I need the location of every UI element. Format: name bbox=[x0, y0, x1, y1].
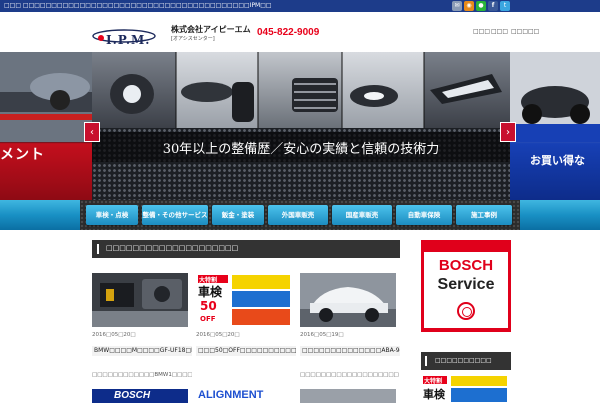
post-date-2: 2016□05□20□ bbox=[196, 332, 240, 338]
post-thumbnail-3[interactable] bbox=[300, 273, 396, 327]
slider-next-button[interactable]: › bbox=[500, 122, 516, 142]
car-headlights-image bbox=[92, 52, 510, 128]
nav-item-shaken[interactable]: 車検・点検 bbox=[86, 205, 138, 225]
post-excerpt-3: □□□□□□□□□□□□□□□□□□□ bbox=[300, 372, 399, 378]
nav-item-bankin[interactable]: 鈑金・塗装 bbox=[212, 205, 264, 225]
alignment-thumb-label: ALIGNMENT bbox=[198, 389, 264, 401]
top-bar: □□□ □□□□□□□□□□□□□□□□□□□□□□□□□□□□□□□□□□□□… bbox=[0, 0, 600, 12]
classic-car-image bbox=[510, 52, 600, 142]
header-link-2[interactable]: □□□ bbox=[491, 28, 508, 35]
bosch-word: BOSCH bbox=[438, 257, 494, 274]
facebook-icon[interactable]: f bbox=[488, 1, 498, 11]
nav-item-cases[interactable]: 施工事例 bbox=[456, 205, 512, 225]
site-header: I.P.M. 株式会社アイピーエム [オアシスセンター] 045-822-900… bbox=[0, 12, 600, 52]
main-nav: 車検・点検 整備・その他サービス 鈑金・塗装 外国車販売 国産車販売 自動車保険… bbox=[0, 200, 600, 230]
post-date-3: 2016□05□19□ bbox=[300, 332, 344, 338]
header-link-3[interactable]: □□□□□ bbox=[511, 28, 539, 35]
flyer-off-text: OFF bbox=[200, 315, 216, 323]
hero-caption: 30年以上の整備歴／安心の実績と信頼の技術力 bbox=[162, 142, 440, 157]
header-link-1[interactable]: □□□ bbox=[473, 28, 490, 35]
hero-slider: メント 30年以上の整備歴／安心の実績と信頼の技術力 お買い得な ‹ › bbox=[0, 52, 600, 200]
hero-right-text: お買い得な bbox=[530, 154, 585, 167]
hero-next-slide-peek: お買い得な bbox=[510, 52, 600, 200]
post-excerpt-1: □□□□□□□□□□□□BMW1□□□□BOSCH□□□□ bbox=[92, 372, 192, 378]
hero-left-text: メント bbox=[0, 147, 45, 163]
hero-main-slide: 30年以上の整備歴／安心の実績と信頼の技術力 bbox=[92, 52, 510, 200]
flyer-shaken-text: 車検 bbox=[198, 285, 223, 299]
post-thumbnail-2[interactable]: 大特割 車検 50 OFF bbox=[196, 273, 292, 327]
white-car-image bbox=[300, 273, 396, 327]
post-thumbnail-6[interactable] bbox=[300, 389, 396, 403]
nav-item-domestic-sales[interactable]: 国産車販売 bbox=[332, 205, 392, 225]
flyer-price-text: 50 bbox=[200, 299, 217, 313]
line-icon[interactable]: ● bbox=[476, 1, 486, 11]
post-title-2[interactable]: □□□50□OFF□□□□□□□□□□□□□□□□□□□ bbox=[196, 346, 296, 356]
top-bar-text: □□□ □□□□□□□□□□□□□□□□□□□□□□□□□□□□□□□□□□□□… bbox=[4, 2, 272, 9]
post-title-1[interactable]: BMW□□□□M□□□□GF-UF18□BOSC bbox=[92, 346, 192, 356]
section-title: □□□□□□□□□□□□□□□□□□□□ bbox=[106, 244, 239, 252]
bosch-service-banner[interactable]: BOSCH Service bbox=[421, 240, 511, 332]
twitter-icon[interactable]: t bbox=[500, 1, 510, 11]
slider-prev-button[interactable]: ‹ bbox=[84, 122, 100, 142]
sidebar-widget-header: □□□□□□□□□□ bbox=[421, 352, 511, 370]
bosch-logo-icon bbox=[457, 302, 475, 320]
company-subtitle: [オアシスセンター] bbox=[171, 36, 215, 42]
post-title-3[interactable]: □□□□□□□□□□□□□□ABA-94018□□□□□□... bbox=[300, 346, 400, 356]
bosch-thumb-label: BOSCH bbox=[114, 390, 151, 401]
hero-prev-slide-peek: メント bbox=[0, 52, 92, 200]
sidebar-flyer-badge: 大特割 bbox=[424, 378, 443, 385]
bosch-service-text: Service bbox=[437, 276, 495, 293]
rss-icon[interactable]: ◉ bbox=[464, 1, 474, 11]
mail-icon[interactable]: ✉ bbox=[452, 1, 462, 11]
sidebar-widget-title: □□□□□□□□□□ bbox=[435, 357, 492, 364]
section-accent bbox=[97, 244, 99, 254]
site-logo[interactable]: I.P.M. bbox=[92, 26, 164, 48]
engine-bay-image bbox=[92, 273, 188, 327]
logo-text: I.P.M. bbox=[106, 33, 151, 47]
post-thumbnail-1[interactable] bbox=[92, 273, 188, 327]
phone-number[interactable]: 045-822-9009 bbox=[257, 27, 319, 38]
bosch-banner-inner: BOSCH Service bbox=[424, 252, 508, 328]
nav-item-service[interactable]: 整備・その他サービス bbox=[142, 205, 208, 225]
car-lift-image bbox=[0, 52, 92, 142]
nav-item-import-sales[interactable]: 外国車販売 bbox=[268, 205, 328, 225]
post-thumbnail-4[interactable]: BOSCH bbox=[92, 389, 188, 403]
post-date-1: 2016□05□20□ bbox=[92, 332, 136, 338]
sidebar-accent bbox=[425, 356, 427, 366]
post-thumbnail-5[interactable]: ALIGNMENT bbox=[196, 389, 292, 403]
nav-item-insurance[interactable]: 自動車保険 bbox=[396, 205, 452, 225]
company-name: 株式会社アイピーエム bbox=[171, 25, 251, 34]
section-header: □□□□□□□□□□□□□□□□□□□□ bbox=[92, 240, 400, 258]
